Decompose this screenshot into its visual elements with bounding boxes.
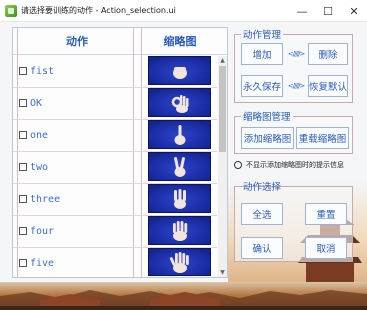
action-table: 动作 缩略图 fist OK one two three four five ▲…: [12, 27, 228, 278]
two-gesture-image: [173, 156, 185, 177]
four-gesture-image: [172, 220, 187, 241]
action-label: two: [30, 161, 49, 173]
table-row[interactable]: OK: [19, 88, 42, 118]
row-checkbox[interactable]: [19, 131, 27, 139]
add-thumbnail-button[interactable]: 添加缩略图: [241, 127, 294, 149]
five-gesture-image: [169, 252, 189, 273]
palace-skyline-image: [0, 290, 367, 310]
confirm-button[interactable]: 确认: [241, 237, 283, 259]
window-controls: — ☐ ✕: [289, 0, 367, 22]
reset-button[interactable]: 重置: [305, 203, 347, 225]
column-divider: [17, 28, 18, 277]
connector-line: </////>: [287, 82, 306, 90]
group-title: 缩略图管理: [241, 109, 293, 123]
ok-gesture-image: [171, 94, 188, 113]
column-header-action: 动作: [66, 35, 88, 48]
no-prompt-label: 不显示添加缩略图时的提示信息: [246, 161, 344, 169]
group-title: 动作选择: [243, 182, 282, 193]
thumbnail-image: [148, 184, 211, 213]
row-checkbox[interactable]: [19, 259, 27, 267]
column-divider: [133, 28, 134, 277]
row-checkbox[interactable]: [19, 227, 27, 235]
thumbnail-image: [148, 152, 211, 181]
column-header-thumbnail: 缩略图: [163, 35, 197, 48]
table-row[interactable]: one: [19, 120, 48, 150]
scroll-up-icon[interactable]: ▲: [218, 56, 227, 65]
table-row[interactable]: three: [19, 184, 60, 214]
row-checkbox[interactable]: [19, 67, 27, 75]
no-prompt-radio[interactable]: [234, 161, 242, 169]
thumbnail-image: [148, 88, 211, 117]
action-label: three: [30, 193, 61, 205]
maximize-button[interactable]: ☐: [315, 0, 341, 22]
app-icon: [5, 4, 17, 17]
table-row[interactable]: two: [19, 152, 48, 182]
action-label: one: [30, 129, 49, 141]
header-divider: [13, 54, 227, 55]
no-prompt-option[interactable]: 不显示添加缩略图时的提示信息: [234, 160, 344, 170]
action-label: four: [30, 225, 55, 237]
scroll-down-icon[interactable]: ▼: [218, 268, 227, 277]
group-title: 动作管理: [241, 27, 284, 41]
row-checkbox[interactable]: [19, 99, 27, 107]
thumbnail-image: [148, 120, 211, 149]
restore-default-button[interactable]: 恢复默认: [308, 75, 348, 97]
thumbnail-image: [148, 216, 211, 245]
column-divider: [141, 28, 142, 277]
action-label: five: [30, 257, 55, 269]
select-all-button[interactable]: 全选: [241, 203, 283, 225]
add-button[interactable]: 增加: [241, 43, 283, 65]
window-title: 请选择要训练的动作 - Action_selection.ui: [21, 6, 176, 15]
fist-gesture-image: [172, 66, 187, 79]
table-row[interactable]: fist: [19, 56, 54, 86]
scroll-thumb[interactable]: [219, 66, 226, 152]
cancel-button[interactable]: 取消: [305, 237, 347, 259]
connector-line: </////>: [287, 50, 306, 58]
minimize-button[interactable]: —: [289, 0, 315, 22]
table-row[interactable]: five: [19, 248, 54, 278]
table-row[interactable]: four: [19, 216, 54, 246]
bottom-scenery: [0, 282, 367, 310]
reload-thumbnail-button[interactable]: 重载缩略图: [296, 127, 349, 149]
thumbnail-image: [148, 248, 211, 276]
action-label: OK: [30, 97, 43, 109]
delete-button[interactable]: 删除: [308, 43, 348, 65]
title-bar: 请选择要训练的动作 - Action_selection.ui — ☐ ✕: [0, 0, 367, 22]
thumbnail-image: [148, 56, 211, 85]
save-permanently-button[interactable]: 永久保存: [241, 75, 283, 97]
row-checkbox[interactable]: [19, 163, 27, 171]
action-label: fist: [30, 65, 55, 77]
table-scrollbar[interactable]: ▲ ▼: [218, 56, 227, 277]
three-gesture-image: [173, 188, 186, 209]
row-checkbox[interactable]: [19, 195, 27, 203]
one-gesture-image: [174, 124, 185, 145]
close-button[interactable]: ✕: [341, 0, 367, 22]
